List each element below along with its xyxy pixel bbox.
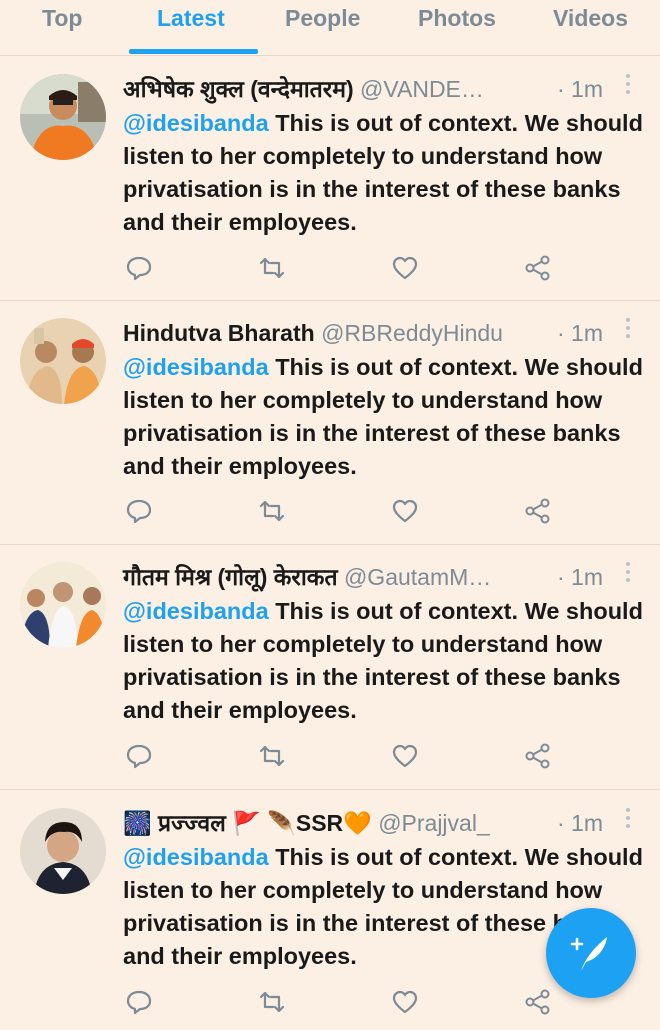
more-vertical-icon[interactable] [622,74,634,96]
retweet-icon[interactable] [258,988,286,1016]
mention-link[interactable]: @idesibanda [123,844,269,870]
avatar[interactable] [20,562,106,648]
retweet-icon[interactable] [258,497,286,525]
reply-icon[interactable] [125,988,153,1016]
user-handle[interactable]: @VANDE… [360,76,484,102]
retweet-icon[interactable] [258,254,286,282]
search-tabs: Top Latest People Photos Videos [0,0,660,56]
compose-tweet-button[interactable] [546,908,636,998]
tweet-actions [0,742,660,772]
mention-link[interactable]: @idesibanda [123,110,269,136]
tab-videos[interactable]: Videos [553,4,628,32]
display-name[interactable]: अभिषेक शुक्ल (वन्देमातरम) [123,76,354,102]
tab-people[interactable]: People [285,4,360,32]
tab-latest[interactable]: Latest [157,4,225,32]
active-tab-indicator [129,49,258,54]
tweet-header: अभिषेक शुक्ल (वन्देमातरम) @VANDE… · 1m [123,73,613,105]
timestamp: · 1m [557,76,603,102]
tweet-actions [0,988,660,1018]
like-icon[interactable] [391,254,419,282]
user-handle[interactable]: @Prajjval_ [378,810,490,836]
tweet-header: 🎆 प्रज्ज्वल 🚩 🪶SSR🧡 @Prajjval_ · 1m [123,807,613,839]
like-icon[interactable] [391,497,419,525]
mention-link[interactable]: @idesibanda [123,354,269,380]
reply-icon[interactable] [125,254,153,282]
share-icon[interactable] [524,742,552,770]
timestamp: · 1m [557,564,603,590]
timestamp: · 1m [557,810,603,836]
user-handle[interactable]: @RBReddyHindu [321,320,503,346]
tweet[interactable]: गौतम मिश्र (गोलू) केराकत @GautamM… · 1m … [0,544,660,790]
display-name[interactable]: 🎆 प्रज्ज्वल 🚩 🪶SSR🧡 [123,810,372,836]
user-handle[interactable]: @GautamM… [344,564,491,590]
tweet[interactable]: Hindutva Bharath @RBReddyHindu · 1m @ide… [0,300,660,545]
like-icon[interactable] [391,988,419,1016]
tab-top[interactable]: Top [42,4,82,32]
compose-tweet-icon [570,937,607,971]
like-icon[interactable] [391,742,419,770]
tab-photos[interactable]: Photos [418,4,496,32]
tweet-text: @idesibanda This is out of context. We s… [123,351,653,483]
tweet-text: @idesibanda This is out of context. We s… [123,107,653,239]
timestamp: · 1m [557,320,603,346]
tweet-text: @idesibanda This is out of context. We s… [123,595,653,727]
display-name[interactable]: Hindutva Bharath [123,320,315,346]
share-icon[interactable] [524,497,552,525]
display-name[interactable]: गौतम मिश्र (गोलू) केराकत [123,564,338,590]
tweet-actions [0,254,660,284]
share-icon[interactable] [524,254,552,282]
more-vertical-icon[interactable] [622,318,634,340]
avatar[interactable] [20,74,106,160]
reply-icon[interactable] [125,742,153,770]
tweet[interactable]: अभिषेक शुक्ल (वन्देमातरम) @VANDE… · 1m @… [0,56,660,301]
avatar[interactable] [20,318,106,404]
avatar[interactable] [20,808,106,894]
tweet[interactable]: 🎆 प्रज्ज्वल 🚩 🪶SSR🧡 @Prajjval_ · 1m @ide… [0,790,660,1030]
share-icon[interactable] [524,988,552,1016]
reply-icon[interactable] [125,497,153,525]
tweet-header: Hindutva Bharath @RBReddyHindu · 1m [123,317,613,349]
more-vertical-icon[interactable] [622,808,634,830]
mention-link[interactable]: @idesibanda [123,598,269,624]
tweet-actions [0,497,660,527]
tweet-header: गौतम मिश्र (गोलू) केराकत @GautamM… · 1m [123,561,613,593]
more-vertical-icon[interactable] [622,562,634,584]
retweet-icon[interactable] [258,742,286,770]
